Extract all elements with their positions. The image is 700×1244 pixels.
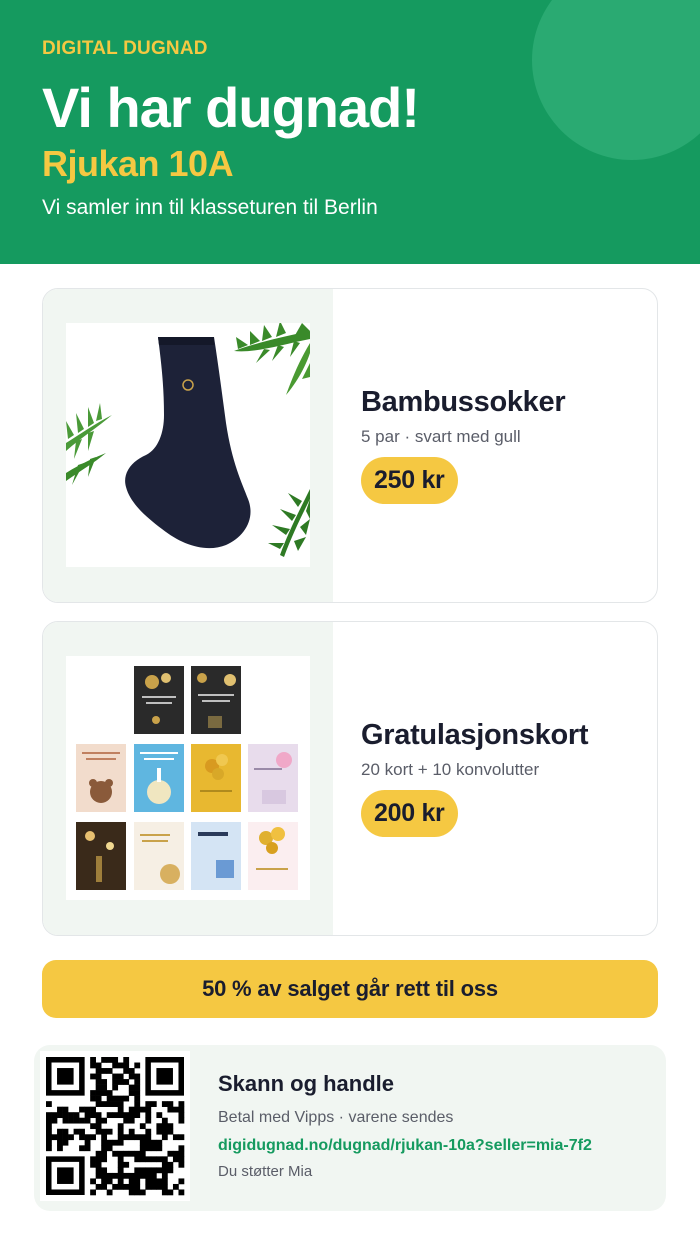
product-description: 20 kort + 10 konvolutter xyxy=(361,759,540,779)
headline: Vi har dugnad! xyxy=(42,76,420,139)
shop-link[interactable]: digidugnad.no/dugnad/rjukan-10a?seller=m… xyxy=(218,1137,592,1155)
price-badge: 250 kr xyxy=(361,456,458,504)
price-badge: 200 kr xyxy=(361,789,458,837)
product-image-pane xyxy=(43,289,333,602)
class-name: Rjukan 10A xyxy=(42,143,234,184)
subtitle: Vi samler inn til klasseturen til Berlin xyxy=(42,196,378,219)
product-info: Bambussokker 5 par · svart med gull 250 … xyxy=(361,289,566,602)
product-name: Gratulasjonskort xyxy=(361,719,589,752)
product-description: 5 par · svart med gull xyxy=(361,426,521,446)
decorative-circle xyxy=(532,0,700,160)
product-card-socks[interactable]: Bambussokker 5 par · svart med gull 250 … xyxy=(42,288,658,603)
header: DIGITAL DUGNAD Vi har dugnad! Rjukan 10A… xyxy=(0,0,700,264)
support-text: Du støtter Mia xyxy=(218,1163,313,1180)
share-banner: 50 % av salget går rett til oss xyxy=(42,960,658,1018)
product-image-pane xyxy=(43,622,333,935)
brand-label: DIGITAL DUGNAD xyxy=(42,38,208,59)
product-name: Bambussokker xyxy=(361,386,566,419)
product-info: Gratulasjonskort 20 kort + 10 konvolutte… xyxy=(361,622,589,935)
qr-panel: Skann og handle Betal med Vipps · varene… xyxy=(34,1045,666,1211)
sock-image xyxy=(66,321,310,567)
qr-text: Skann og handle Betal med Vipps · varene… xyxy=(218,1071,592,1180)
product-card-greeting-cards[interactable]: Gratulasjonskort 20 kort + 10 konvolutte… xyxy=(42,621,658,936)
qr-title: Skann og handle xyxy=(218,1071,395,1096)
qr-subtitle: Betal med Vipps · varene sendes xyxy=(218,1109,454,1126)
greeting-cards-image xyxy=(66,656,310,900)
qr-code-icon[interactable] xyxy=(40,1051,190,1201)
